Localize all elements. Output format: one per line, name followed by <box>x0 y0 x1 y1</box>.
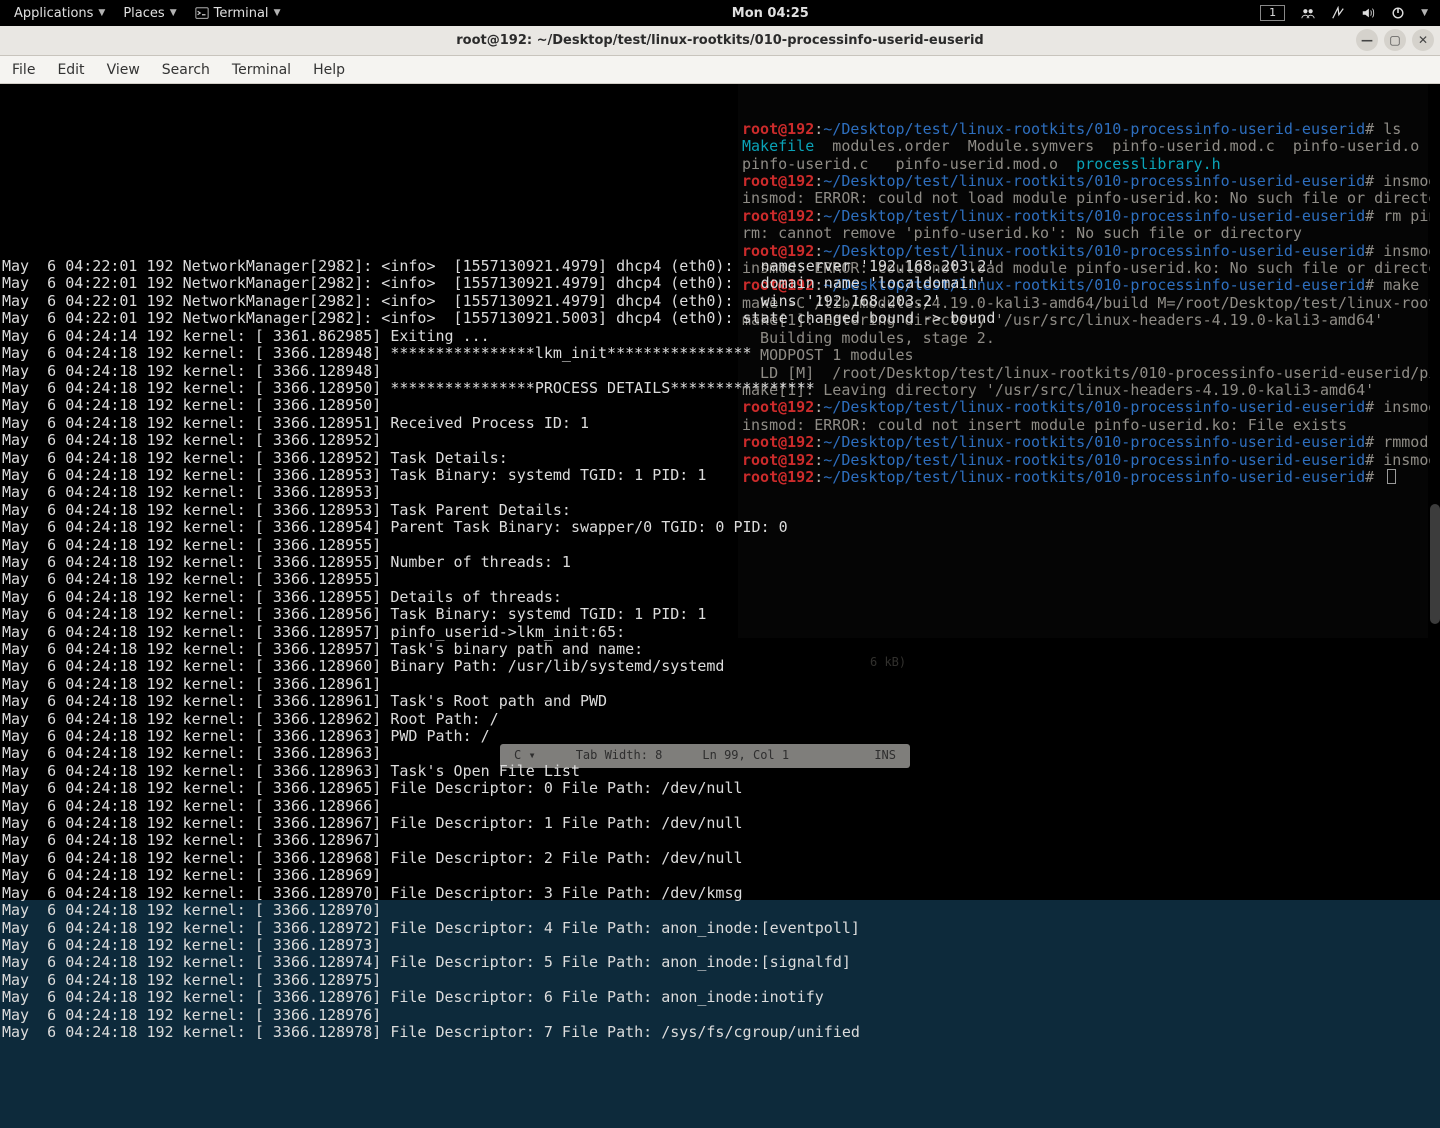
terminal-menubar: File Edit View Search Terminal Help <box>0 56 1440 84</box>
gnome-topbar: Applications ▼ Places ▼ Terminal ▼ Mon 0… <box>0 0 1440 26</box>
menu-edit[interactable]: Edit <box>57 62 84 78</box>
window-maximize-button[interactable]: ▢ <box>1384 29 1406 51</box>
window-titlebar[interactable]: root@192: ~/Desktop/test/linux-rootkits/… <box>0 26 1440 56</box>
terminal-viewport[interactable]: 6 kB) C ▾ Tab Width: 8 Ln 99, Col 1 INS … <box>0 84 1440 900</box>
menu-places[interactable]: Places ▼ <box>123 6 176 21</box>
window-title: root@192: ~/Desktop/test/linux-rootkits/… <box>456 33 983 48</box>
window-minimize-button[interactable]: — <box>1356 29 1378 51</box>
menu-view[interactable]: View <box>107 62 140 78</box>
terminal-icon <box>195 6 209 20</box>
menu-applications[interactable]: Applications ▼ <box>14 6 105 21</box>
power-icon[interactable] <box>1391 6 1405 20</box>
menu-search[interactable]: Search <box>162 62 210 78</box>
system-menu-caret-icon[interactable]: ▼ <box>1421 8 1428 18</box>
menu-terminal[interactable]: Terminal ▼ <box>195 6 281 21</box>
workspace-indicator[interactable]: 1 <box>1260 5 1285 21</box>
menu-file[interactable]: File <box>12 62 35 78</box>
window-close-button[interactable]: ✕ <box>1412 29 1434 51</box>
foreground-log: May 6 04:22:01 192 NetworkManager[2982]:… <box>2 258 1438 1041</box>
volume-icon[interactable] <box>1361 6 1375 20</box>
terminal-window: root@192: ~/Desktop/test/linux-rootkits/… <box>0 26 1440 900</box>
sensors-icon[interactable] <box>1331 6 1345 20</box>
users-icon[interactable] <box>1301 6 1315 20</box>
menu-terminal-m[interactable]: Terminal <box>232 62 291 78</box>
menu-help[interactable]: Help <box>313 62 345 78</box>
clock[interactable]: Mon 04:25 <box>280 6 1260 21</box>
